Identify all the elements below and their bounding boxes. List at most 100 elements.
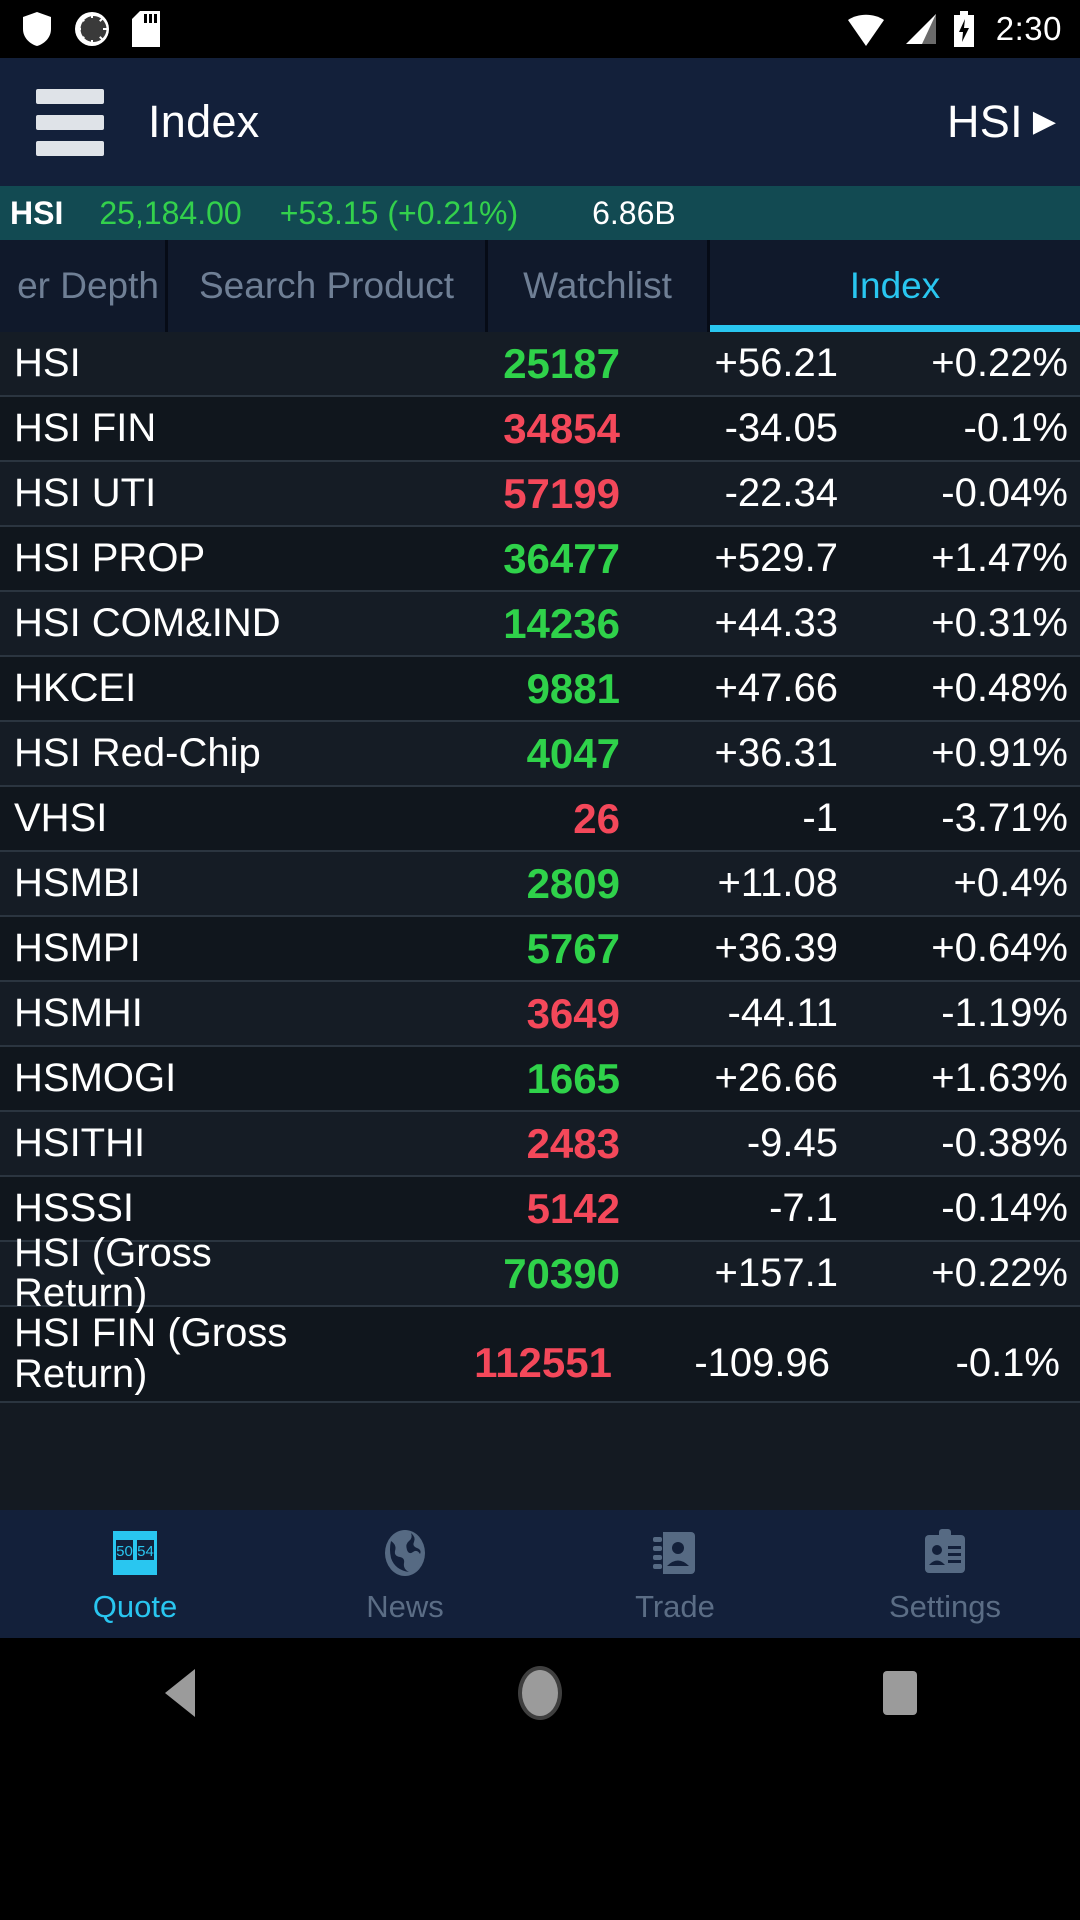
- svg-text:54: 54: [137, 1543, 154, 1560]
- index-change: +157.1: [714, 1251, 838, 1295]
- table-row[interactable]: HSI FIN 34854 -34.05 -0.1%: [0, 397, 1080, 462]
- index-price: 57199: [503, 469, 620, 517]
- index-percent: +0.48%: [931, 666, 1068, 710]
- table-row[interactable]: HSSSI 5142 -7.1 -0.14%: [0, 1177, 1080, 1242]
- index-percent: -0.1%: [963, 406, 1069, 450]
- index-name: HSITHI: [14, 1123, 146, 1164]
- loading-spinner-icon: [75, 12, 109, 46]
- android-recent-button[interactable]: [720, 1671, 1080, 1715]
- table-row[interactable]: HKCEI 9881 +47.66 +0.48%: [0, 657, 1080, 722]
- tab-index[interactable]: Index: [710, 240, 1080, 332]
- price-board-icon: 50 54: [107, 1523, 163, 1583]
- nav-item-settings[interactable]: Settings: [810, 1510, 1080, 1638]
- table-row[interactable]: HSI Red-Chip 4047 +36.31 +0.91%: [0, 722, 1080, 787]
- index-list[interactable]: HSI 25187 +56.21 +0.22% HSI FIN 34854 -34.05 -0…: [0, 332, 1080, 1510]
- contact-card-icon: [647, 1523, 703, 1583]
- index-price: 2483: [526, 1119, 620, 1167]
- index-change: -9.45: [746, 1121, 838, 1165]
- index-change: -7.1: [769, 1186, 838, 1230]
- table-row[interactable]: HSI (Gross Return) 70390 +157.1 +0.22%: [0, 1234, 1080, 1313]
- index-price: 36477: [503, 534, 620, 582]
- index-percent: +0.22%: [931, 341, 1068, 385]
- wifi-icon: [847, 14, 884, 46]
- index-percent: +1.47%: [931, 536, 1068, 580]
- hamburger-bar: [36, 114, 104, 130]
- index-change: +56.21: [714, 341, 838, 385]
- index-percent: +0.22%: [931, 1251, 1068, 1295]
- index-price: 2809: [526, 859, 620, 907]
- index-name: HKCEI: [14, 668, 137, 709]
- index-change: +529.7: [714, 536, 838, 580]
- page-title: Index: [148, 96, 260, 147]
- status-bar-clock: 2:30: [995, 10, 1062, 47]
- ticker-strip[interactable]: HSI 25,184.00 +53.15 (+0.21%) 6.86B: [0, 186, 1080, 240]
- app-bar: Index HSI ▶: [0, 58, 1080, 186]
- app-bar-symbol-label: HSI: [947, 96, 1023, 147]
- ticker-last-price: 25,184.00: [99, 194, 242, 231]
- hamburger-menu-icon[interactable]: [36, 88, 104, 156]
- nav-item-trade[interactable]: Trade: [540, 1510, 810, 1638]
- battery-charging-icon: [953, 11, 974, 47]
- status-bar-right-icons: 2:30: [846, 10, 1062, 48]
- index-change: +26.66: [714, 1056, 838, 1100]
- index-name: HSI FIN: [14, 408, 157, 449]
- ticker-symbol: HSI: [10, 194, 64, 231]
- status-bar: 2:30: [0, 0, 1080, 58]
- nav-item-label: Quote: [92, 1589, 178, 1624]
- index-name: HSSSI: [14, 1188, 135, 1229]
- index-change: +44.33: [714, 601, 838, 645]
- index-change: +11.08: [717, 861, 839, 905]
- ticker-volume: 6.86B: [592, 194, 676, 231]
- table-row[interactable]: HSMBI 2809 +11.08 +0.4%: [0, 852, 1080, 917]
- nav-item-label: Settings: [888, 1589, 1001, 1624]
- index-price: 9881: [526, 664, 620, 712]
- nav-item-news[interactable]: News: [270, 1510, 540, 1638]
- index-percent: -3.71%: [941, 796, 1068, 840]
- hamburger-bar: [36, 88, 104, 104]
- table-row[interactable]: VHSI 26 -1 -3.71%: [0, 787, 1080, 852]
- nav-item-quote[interactable]: 50 54 Quote: [0, 1510, 270, 1638]
- index-name: HSMBI: [14, 863, 141, 904]
- index-name: HSI PROP: [14, 538, 206, 579]
- index-name: HSI (Gross Return): [14, 1234, 212, 1313]
- index-price: 70390: [503, 1249, 620, 1297]
- signal-icon: [905, 14, 936, 44]
- index-change: -1: [802, 796, 838, 840]
- index-percent: +0.64%: [931, 926, 1068, 970]
- table-row[interactable]: HSMOGI 1665 +26.66 +1.63%: [0, 1047, 1080, 1112]
- play-arrow-icon: ▶: [1032, 105, 1056, 138]
- index-price: 1665: [526, 1054, 620, 1102]
- index-name: HSI UTI: [14, 473, 157, 514]
- home-circle-icon: [518, 1666, 562, 1720]
- tab-watchlist[interactable]: Watchlist: [488, 240, 710, 332]
- tab-order-depth[interactable]: er Depth: [0, 240, 168, 332]
- index-percent: +0.91%: [931, 731, 1068, 775]
- index-percent: +0.31%: [931, 601, 1068, 645]
- table-row[interactable]: HSI UTI 57199 -22.34 -0.04%: [0, 462, 1080, 527]
- tab-search-product[interactable]: Search Product: [168, 240, 488, 332]
- table-row[interactable]: HSI COM&IND 14236 +44.33 +0.31%: [0, 592, 1080, 657]
- table-row[interactable]: HSI 25187 +56.21 +0.22%: [0, 332, 1080, 397]
- nav-item-label: Trade: [635, 1589, 715, 1624]
- android-home-button[interactable]: [360, 1666, 720, 1720]
- index-name: HSI FIN (Gross Return): [14, 1313, 288, 1395]
- index-price: 25187: [503, 339, 620, 387]
- back-triangle-icon: [165, 1669, 195, 1717]
- index-price: 3649: [526, 989, 620, 1037]
- table-row[interactable]: HSI FIN (Gross Return) 112551 -109.96 -0.1%: [0, 1307, 1080, 1403]
- clipboard-id-icon: [917, 1523, 973, 1583]
- index-change: -34.05: [724, 406, 838, 450]
- index-percent: -1.19%: [941, 991, 1068, 1035]
- index-name: HSMOGI: [14, 1058, 177, 1099]
- table-row[interactable]: HSITHI 2483 -9.45 -0.38%: [0, 1112, 1080, 1177]
- table-row[interactable]: HSMHI 3649 -44.11 -1.19%: [0, 982, 1080, 1047]
- android-back-button[interactable]: [0, 1669, 360, 1717]
- index-change: +47.66: [714, 666, 838, 710]
- index-percent: -0.38%: [941, 1121, 1068, 1165]
- globe-icon: [377, 1523, 433, 1583]
- app-bar-symbol-button[interactable]: HSI ▶: [947, 96, 1056, 148]
- hamburger-bar: [36, 140, 104, 156]
- table-row[interactable]: HSMPI 5767 +36.39 +0.64%: [0, 917, 1080, 982]
- table-row[interactable]: HSI PROP 36477 +529.7 +1.47%: [0, 527, 1080, 592]
- index-change: -22.34: [724, 471, 838, 515]
